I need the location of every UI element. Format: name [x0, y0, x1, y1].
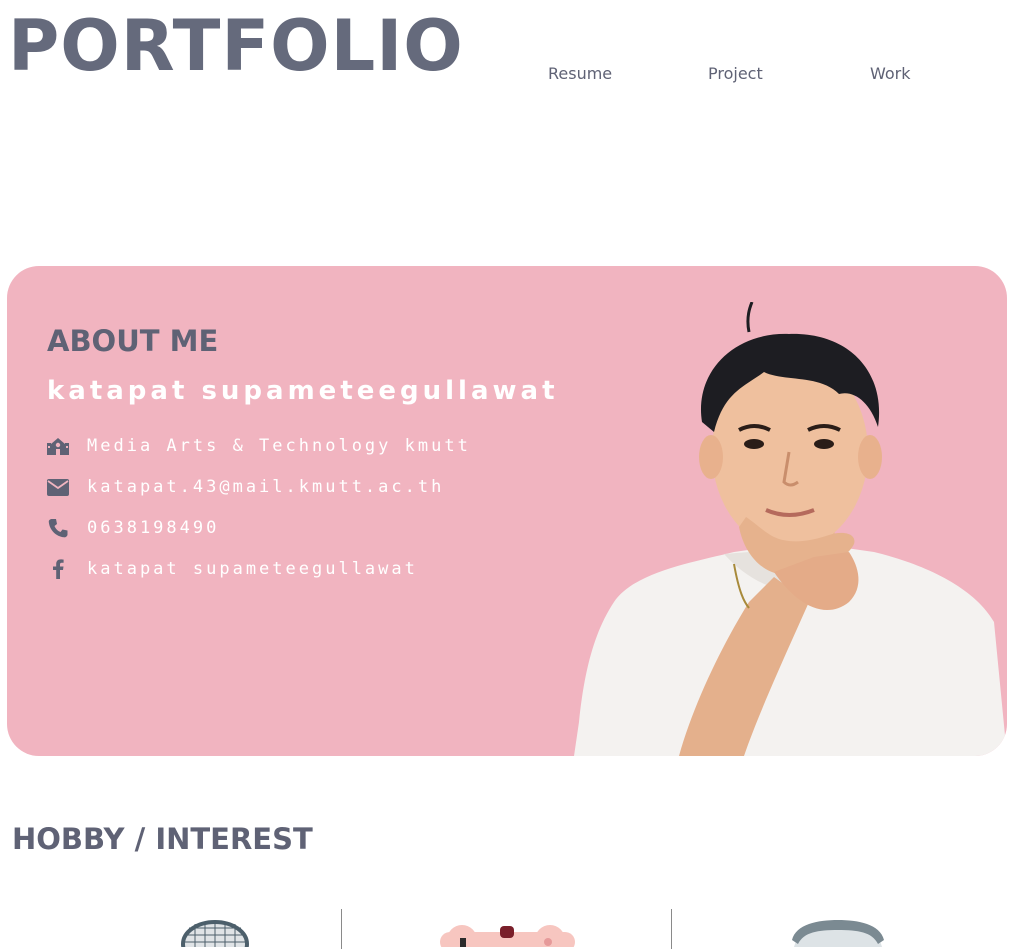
hobby-divider — [341, 909, 342, 949]
badminton-racket-icon — [181, 920, 249, 947]
school-icon — [47, 435, 69, 457]
info-school-text: Media Arts & Technology kmutt — [87, 436, 471, 456]
info-facebook-text[interactable]: katapat supameteegullawat — [87, 559, 418, 579]
about-title: ABOUT ME — [47, 324, 219, 358]
hobby-title: HOBBY / INTEREST — [12, 822, 313, 856]
phone-icon — [47, 517, 69, 539]
nav-resume[interactable]: Resume — [548, 64, 612, 83]
about-card: ABOUT ME katapat supameteegullawat Media… — [7, 266, 1007, 756]
info-email: katapat.43@mail.kmutt.ac.th — [47, 475, 444, 499]
info-facebook: katapat supameteegullawat — [47, 557, 418, 581]
site-header: PORTFOLIO Resume Project Work — [0, 0, 1016, 130]
helmet-icon — [792, 920, 884, 947]
nav-work[interactable]: Work — [870, 64, 911, 83]
envelope-icon — [47, 476, 69, 498]
main-nav: Resume Project Work — [0, 64, 1016, 88]
info-phone-text[interactable]: 0638198490 — [87, 518, 219, 538]
info-phone: 0638198490 — [47, 516, 219, 540]
info-email-text[interactable]: katapat.43@mail.kmutt.ac.th — [87, 477, 444, 497]
facebook-icon — [47, 558, 69, 580]
about-name: katapat supameteegullawat — [47, 376, 559, 406]
hobby-divider — [671, 909, 672, 949]
game-controller-icon — [440, 925, 575, 947]
nav-project[interactable]: Project — [708, 64, 763, 83]
profile-photo — [574, 302, 1007, 756]
info-school: Media Arts & Technology kmutt — [47, 434, 471, 458]
